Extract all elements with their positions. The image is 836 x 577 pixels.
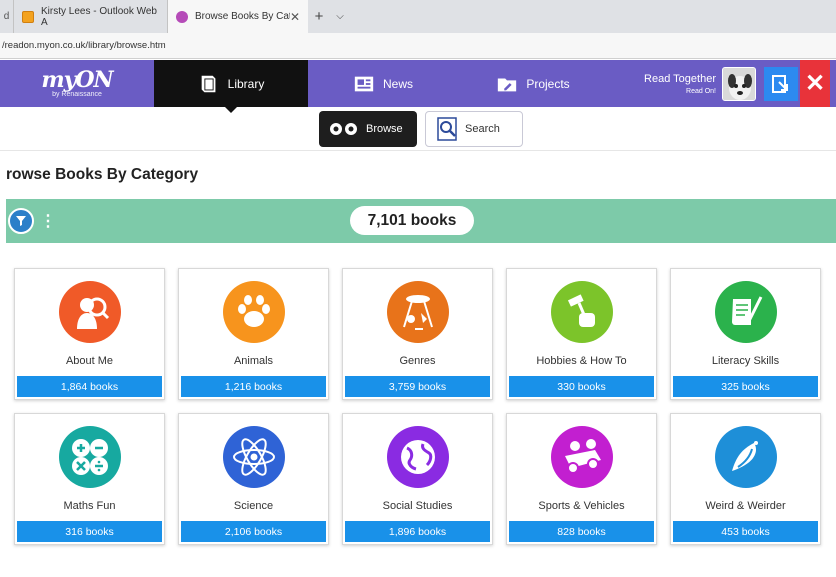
category-count[interactable]: 316 books [17,521,162,542]
chevron-down-icon[interactable]: ⌵ [330,0,350,33]
book-count-badge: 7,101 books [350,206,474,235]
category-name: Genres [399,355,436,367]
category-count[interactable]: 330 books [509,376,654,397]
nav-news[interactable]: News [308,60,458,107]
read-on-label: Read On! [686,87,716,95]
hammer-fist-icon [551,281,613,343]
more-options-icon[interactable]: ⋮ [40,211,56,231]
read-together: Read Together Read On! ✕ [644,60,836,107]
category-card-about-me[interactable]: About Me 1,864 books [14,268,165,400]
close-tab-icon[interactable]: ✕ [290,10,300,24]
nav-library-label: Library [227,76,265,91]
paw-icon [223,281,285,343]
category-card-hobbies[interactable]: Hobbies & How To 330 books [506,268,657,400]
category-grid: About Me 1,864 books Animals 1,216 books… [14,268,836,545]
tab-search-label: Search [465,122,500,135]
outlook-icon [22,10,34,23]
category-name: Maths Fun [63,500,116,512]
tab-search[interactable]: Search [425,110,523,147]
read-together-label: Read Together [644,72,716,85]
filter-icon[interactable] [8,208,34,234]
category-count[interactable]: 1,864 books [17,376,162,397]
category-card-science[interactable]: Science 2,106 books [178,413,329,545]
tab-browse-label: Browse [366,122,403,135]
category-name: Literacy Skills [711,355,780,367]
scroll-quill-icon [715,281,777,343]
nav-news-label: News [382,76,413,91]
newspaper-icon [354,76,374,91]
read-together-text[interactable]: Read Together Read On! [644,73,716,95]
binoculars-icon [330,122,357,135]
genres-icon [387,281,449,343]
folder-icon [498,78,517,91]
math-symbols-icon [59,426,121,488]
url-text: /readon.myon.co.uk/library/browse.htm [2,40,166,51]
category-name: About Me [65,355,114,367]
category-count[interactable]: 453 books [673,521,818,542]
nav-library[interactable]: Library [154,60,308,113]
category-card-animals[interactable]: Animals 1,216 books [178,268,329,400]
page-title: rowse Books By Category [6,166,199,183]
tab-browse-books[interactable]: Browse Books By Categ ✕ [168,0,308,33]
category-card-genres[interactable]: Genres 3,759 books [342,268,493,400]
category-count[interactable]: 1,216 books [181,376,326,397]
category-card-social-studies[interactable]: Social Studies 1,896 books [342,413,493,545]
myon-favicon-icon [176,10,188,23]
atom-icon [223,426,285,488]
category-name: Weird & Weirder [705,500,786,512]
about-me-icon [59,281,121,343]
category-name: Sports & Vehicles [538,500,625,512]
tab-browse[interactable]: Browse [319,110,417,147]
category-count[interactable]: 1,896 books [345,521,490,542]
funnel-icon [16,216,26,226]
category-count[interactable]: 2,106 books [181,521,326,542]
filter-bar: ⋮ 7,101 books [6,199,836,243]
tab-label: Browse Books By Categ [195,11,290,22]
browser-tab-strip: d Kirsty Lees - Outlook Web A Browse Boo… [0,0,836,33]
tab-label: Kirsty Lees - Outlook Web A [41,5,157,28]
brand-sub: by Renaissance [52,91,102,98]
exit-book-button[interactable] [764,66,798,101]
category-name: Animals [233,355,274,367]
category-card-maths[interactable]: Maths Fun 316 books [14,413,165,545]
avatar[interactable] [722,66,756,101]
search-icon [437,116,457,141]
category-name: Hobbies & How To [536,355,627,367]
category-card-sports[interactable]: Sports & Vehicles 828 books [506,413,657,545]
nav-projects-label: Projects [526,76,570,91]
app-nav: myON by Renaissance Library News Project… [0,60,836,113]
dog-avatar-icon [723,67,755,100]
category-card-literacy[interactable]: Literacy Skills 325 books [670,268,821,400]
category-count[interactable]: 3,759 books [345,376,490,397]
category-count[interactable]: 828 books [509,521,654,542]
exit-icon [772,74,788,93]
close-icon[interactable]: ✕ [800,60,830,107]
category-name: Social Studies [382,500,453,512]
myon-logo[interactable]: myON by Renaissance [0,60,154,107]
category-card-weird[interactable]: Weird & Weirder 453 books [670,413,821,545]
browse-search-tabs: Browse Search [0,107,836,151]
category-count[interactable]: 325 books [673,376,818,397]
nav-projects[interactable]: Projects [458,60,608,107]
weird-creature-icon [715,426,777,488]
brand-name: myON [41,67,113,93]
address-bar[interactable]: /readon.myon.co.uk/library/browse.htm [0,33,836,59]
category-name: Science [233,500,274,512]
new-tab-icon[interactable]: + [308,0,330,33]
globe-icon [387,426,449,488]
race-car-icon [551,426,613,488]
tab-stub[interactable]: d [0,0,14,33]
book-icon [201,75,216,92]
tab-outlook[interactable]: Kirsty Lees - Outlook Web A [14,0,168,33]
